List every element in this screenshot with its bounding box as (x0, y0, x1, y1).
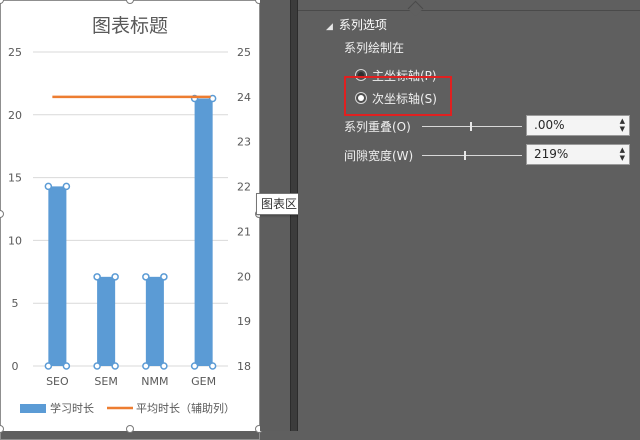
category-tick-label: SEO (46, 375, 69, 388)
primary-axis-tick-label: 0 (12, 360, 19, 373)
bar-selection-handle (62, 182, 71, 191)
category-tick-label: SEM (94, 375, 117, 388)
series-overlap-value[interactable]: .00% (534, 118, 565, 132)
secondary-axis-tick-label: 19 (237, 315, 251, 328)
secondary-axis-tick-label: 18 (237, 360, 251, 373)
primary-axis-tick-label: 10 (8, 234, 22, 247)
resize-handle-bottom-middle[interactable] (126, 425, 134, 433)
secondary-axis-tick-label: 24 (237, 91, 251, 104)
chart-area[interactable]: 图表标题 0 5 10 15 20 25 18 19 20 21 22 23 24 25 SEO SEM NMM… (0, 0, 263, 440)
primary-axis-tick-label: 20 (8, 109, 22, 122)
category-tick-label: NMM (141, 375, 168, 388)
bar (97, 276, 116, 366)
highlight-annotation-box (344, 76, 452, 116)
chart-svg: 图表标题 0 5 10 15 20 25 18 19 20 21 22 23 24 25 SEO SEM NMM… (8, 15, 251, 415)
primary-axis-tick-label: 5 (12, 297, 19, 310)
pane-tab-pointer (407, 0, 424, 17)
secondary-axis-tick-label: 23 (237, 136, 251, 149)
legend-label: 学习时长 (50, 401, 94, 415)
spin-arrows-icon[interactable]: ▲ ▼ (620, 117, 625, 133)
bar-selection-handle (44, 182, 53, 191)
bar-selection-handle (160, 273, 168, 281)
series-options-title: 系列选项 (338, 18, 387, 32)
secondary-axis-tick-label: 21 (237, 225, 251, 238)
secondary-axis-tick-label: 20 (237, 270, 251, 283)
secondary-axis-tick-label: 25 (237, 46, 251, 59)
bar (145, 276, 164, 366)
legend-swatch-bar (20, 404, 46, 413)
bar-selection-handle (142, 362, 150, 370)
format-data-series-pane: ◢ 系列选项 系列绘制在 主坐标轴(P) 次坐标轴(S) 系列重叠(O) .00%… (298, 0, 640, 431)
pane-divider (298, 10, 640, 11)
series-overlap-label: 系列重叠(O) (344, 120, 411, 134)
gap-width-value[interactable]: 219% (534, 147, 568, 161)
bar-selection-handle (93, 362, 101, 370)
bar-selection-handle (190, 362, 199, 370)
gap-width-label: 间隙宽度(W) (344, 149, 414, 163)
series-overlap-spinbox[interactable]: .00% ▲ ▼ (526, 115, 630, 136)
primary-axis-tick-label: 25 (8, 46, 22, 59)
bar-selection-handle (93, 273, 101, 281)
chart-area-tooltip: 图表区 (256, 193, 303, 215)
spin-arrows-icon[interactable]: ▲ ▼ (620, 146, 625, 162)
series-overlap-slider[interactable] (422, 126, 522, 127)
series-options-section[interactable]: ◢ 系列选项 (326, 16, 387, 33)
collapse-triangle-icon: ◢ (326, 22, 333, 32)
bar-selection-handle (111, 362, 119, 370)
bar-selection-handle (44, 362, 53, 370)
gap-width-slider[interactable] (422, 155, 522, 156)
bar (48, 186, 67, 366)
category-tick-label: GEM (191, 375, 216, 388)
resize-handle-bottom-left[interactable] (0, 425, 4, 433)
primary-axis-tick-label: 15 (8, 172, 22, 185)
series-overlap-slider-thumb[interactable] (470, 122, 472, 131)
pane-splitter[interactable] (290, 0, 298, 431)
bar-selection-handle (62, 362, 71, 370)
gap-width-slider-thumb[interactable] (464, 151, 466, 160)
workspace-gap (260, 0, 290, 431)
gap-width-spinbox[interactable]: 219% ▲ ▼ (526, 144, 630, 165)
bar (194, 98, 213, 367)
bar-selection-handle (208, 362, 217, 370)
secondary-axis-tick-label: 22 (237, 181, 251, 194)
chart-title: 图表标题 (92, 15, 168, 37)
bar-selection-handle (142, 273, 150, 281)
plot-series-on-label: 系列绘制在 (344, 41, 405, 55)
bar-selection-handle (160, 362, 168, 370)
legend-label: 平均时长（辅助列） (136, 401, 235, 415)
bar-selection-handle (111, 273, 119, 281)
